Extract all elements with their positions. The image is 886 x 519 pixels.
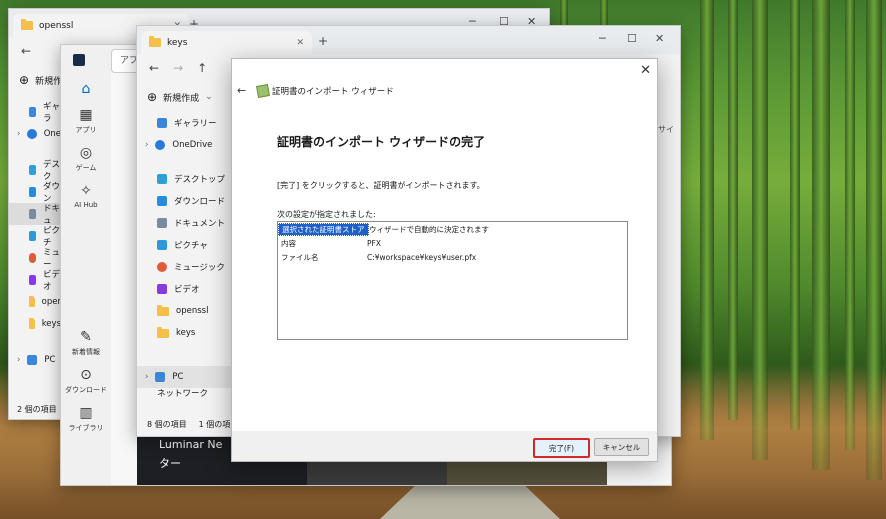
folder-icon [29, 295, 35, 307]
plus-icon[interactable]: ⊕ [147, 90, 157, 104]
nav-item-label[interactable]: PC [44, 355, 55, 365]
dialog-title: 証明書のインポート ウィザード [272, 87, 394, 97]
nav-item-label[interactable]: ドキュ [43, 202, 61, 226]
status-bar: 2 個の項目 [17, 405, 57, 414]
home-icon: ⌂ [81, 81, 91, 97]
music-icon [157, 262, 167, 272]
tab-label: keys [167, 37, 188, 48]
library-icon: ▥ [79, 405, 93, 421]
tab-label: openssl [39, 20, 74, 31]
nav-item-label[interactable]: keys [42, 319, 61, 329]
settings-list[interactable]: 選択された証明書ストア ウィザードで自動的に決定されます 内容 PFX ファイル… [277, 221, 628, 340]
back-arrow-icon[interactable]: ← [149, 61, 159, 75]
settings-row[interactable]: 内容 PFX [278, 236, 627, 250]
back-arrow-icon[interactable]: ← [21, 44, 31, 58]
rail-apps[interactable]: ▦ アプリ [61, 107, 111, 135]
forward-arrow-icon[interactable]: → [173, 61, 183, 75]
chevron-right-icon[interactable]: › [145, 372, 148, 382]
nav-item-label[interactable]: oper [42, 297, 61, 307]
document-icon [157, 218, 167, 228]
cloud-icon [155, 140, 166, 150]
setting-value: C:¥workspace¥keys¥user.pfx [367, 252, 477, 262]
tile-subtitle: ター [159, 457, 181, 470]
tile-title: Luminar Ne [159, 438, 223, 451]
close-icon[interactable]: ✕ [640, 63, 651, 78]
music-icon [29, 253, 37, 263]
nav-item-label[interactable]: ダウン [43, 180, 61, 204]
gallery-icon [157, 118, 167, 128]
nav-item-label[interactable]: ビデオ [43, 268, 61, 292]
up-arrow-icon[interactable]: ↑ [197, 61, 207, 75]
chevron-right-icon[interactable]: › [145, 140, 148, 150]
nav-item-label[interactable]: ミュー [43, 246, 61, 270]
close-window-icon[interactable]: ✕ [655, 32, 664, 45]
rail-ai-hub[interactable]: ✧ AI Hub [61, 183, 111, 209]
video-icon [29, 275, 37, 285]
plus-icon[interactable]: ⊕ [19, 73, 29, 87]
nav-item-label[interactable]: One [44, 129, 61, 139]
gamepad-icon: ◎ [79, 145, 93, 161]
certificate-import-wizard-dialog[interactable]: ✕ ← 証明書のインポート ウィザード 証明書のインポート ウィザードの完了 [… [231, 58, 658, 462]
gallery-icon [29, 107, 37, 117]
desktop-icon [157, 174, 167, 184]
rail-downloads[interactable]: ⊙ ダウンロード [61, 367, 111, 395]
pictures-icon [157, 240, 167, 250]
download-icon [157, 196, 167, 206]
folder-icon [21, 19, 33, 30]
pc-icon [27, 355, 38, 365]
setting-key: 選択された証明書ストア [278, 222, 369, 236]
setting-key: ファイル名 [281, 252, 319, 262]
store-logo-icon [73, 54, 85, 66]
nav-item-label[interactable]: ピクチ [43, 224, 61, 248]
settings-row[interactable]: ファイル名 C:¥workspace¥keys¥user.pfx [278, 250, 627, 264]
pc-icon [155, 372, 166, 382]
back-arrow-icon[interactable]: ← [237, 84, 246, 97]
description-text: [完了] をクリックすると、証明書がインポートされます。 [277, 181, 485, 190]
cloud-icon [27, 129, 37, 139]
new-button[interactable]: 新規作成 [163, 91, 199, 104]
nav-item-label[interactable]: ギャラ [43, 100, 61, 124]
setting-value: PFX [367, 238, 381, 248]
nav-item-label[interactable]: デスク [43, 158, 61, 182]
setting-key: 内容 [281, 238, 296, 248]
download-icon: ⊙ [80, 367, 92, 383]
new-button-label[interactable]: 新規作 [35, 74, 62, 87]
desktop-icon [29, 165, 37, 175]
download-icon [29, 187, 37, 197]
folder-icon [149, 36, 161, 47]
finish-button[interactable]: 完了(F) [533, 438, 590, 458]
chevron-down-icon[interactable]: ⌄ [205, 92, 213, 102]
folder-icon [157, 326, 169, 338]
column-header-partial: サイ [658, 125, 674, 134]
certificate-icon [256, 84, 270, 98]
settings-label: 次の設定が指定されました: [277, 210, 376, 219]
maximize-icon[interactable]: ☐ [627, 32, 637, 45]
pictures-icon [29, 231, 37, 241]
apps-icon: ▦ [79, 107, 93, 123]
folder-icon [157, 304, 169, 316]
setting-value: ウィザードで自動的に決定されます [369, 224, 489, 234]
page-heading: 証明書のインポート ウィザードの完了 [277, 135, 486, 149]
settings-row[interactable]: 選択された証明書ストア ウィザードで自動的に決定されます [278, 222, 627, 236]
tab-keys[interactable]: keys ✕ [141, 31, 312, 54]
document-icon [29, 209, 37, 219]
new-tab-icon[interactable]: + [318, 34, 328, 48]
ai-hub-icon: ✧ [80, 183, 92, 199]
rail-home[interactable]: ⌂ [61, 81, 111, 97]
tab-close-icon[interactable]: ✕ [296, 38, 304, 48]
news-icon: ✎ [80, 329, 92, 345]
rail-news[interactable]: ✎ 新着情報 [61, 329, 111, 357]
folder-icon [29, 317, 35, 329]
minimize-icon[interactable]: ─ [599, 32, 606, 45]
cancel-button[interactable]: キャンセル [594, 438, 649, 456]
video-icon [157, 284, 167, 294]
rail-games[interactable]: ◎ ゲーム [61, 145, 111, 173]
rail-library[interactable]: ▥ ライブラリ [61, 405, 111, 433]
